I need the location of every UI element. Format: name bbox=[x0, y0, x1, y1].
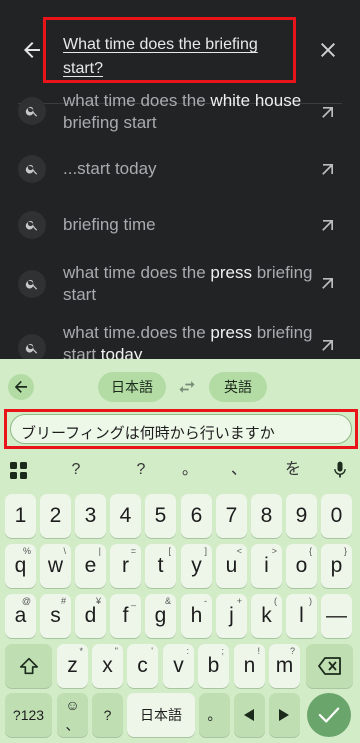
apps-grid-icon[interactable] bbox=[10, 462, 27, 479]
key-m[interactable]: m? bbox=[269, 644, 300, 688]
suggestion-text: ...start today bbox=[63, 159, 157, 178]
suggestion-text: what time does the press briefing start bbox=[63, 263, 313, 304]
back-arrow-icon[interactable] bbox=[20, 38, 44, 62]
suggestion-item[interactable]: what time.does the press briefing start … bbox=[0, 322, 360, 364]
key-9[interactable]: 9 bbox=[286, 494, 317, 538]
key-p[interactable]: p} bbox=[321, 544, 352, 588]
fill-query-arrow-icon[interactable] bbox=[318, 273, 338, 293]
backspace-icon bbox=[318, 657, 341, 675]
microphone-icon[interactable] bbox=[330, 460, 350, 480]
key-f[interactable]: f _ bbox=[110, 594, 141, 638]
key-x[interactable]: x " bbox=[92, 644, 123, 688]
fill-query-arrow-icon[interactable] bbox=[318, 102, 338, 122]
key-v[interactable]: v: bbox=[163, 644, 194, 688]
search-icon bbox=[18, 97, 46, 125]
search-icon bbox=[18, 211, 46, 239]
key-e[interactable]: e | bbox=[75, 544, 106, 588]
key-a[interactable]: a @ bbox=[5, 594, 36, 638]
key-u[interactable]: u < bbox=[216, 544, 247, 588]
symbol-key[interactable]: ? bbox=[58, 452, 94, 488]
key-1[interactable]: 1 bbox=[5, 494, 36, 538]
fill-query-arrow-icon[interactable] bbox=[318, 335, 338, 355]
key-d[interactable]: d ¥ bbox=[75, 594, 106, 638]
key-y[interactable]: y] bbox=[181, 544, 212, 588]
suggestion-strip: ? ? 。 、 を bbox=[0, 452, 360, 488]
key-w[interactable]: w \ bbox=[40, 544, 71, 588]
target-language-chip[interactable]: 英語 bbox=[209, 372, 267, 402]
key-6[interactable]: 6 bbox=[181, 494, 212, 538]
key-z[interactable]: z * bbox=[57, 644, 88, 688]
checkmark-icon bbox=[318, 707, 340, 723]
cursor-left-key[interactable] bbox=[234, 693, 265, 737]
translate-input-text: ブリーフィングは何時から行いますか bbox=[21, 425, 275, 442]
symbol-key[interactable]: 、 bbox=[221, 452, 257, 488]
key-r[interactable]: r = bbox=[110, 544, 141, 588]
search-query-input[interactable]: What time does the briefing start? bbox=[63, 33, 283, 81]
symbol-key[interactable]: 。 bbox=[172, 452, 208, 488]
key-g[interactable]: g & bbox=[145, 594, 176, 638]
key-t[interactable]: t[ bbox=[145, 544, 176, 588]
emoji-key[interactable]: ☺、 bbox=[57, 693, 88, 737]
suggestion-item[interactable]: briefing time bbox=[0, 211, 360, 239]
key-0[interactable]: 0 bbox=[321, 494, 352, 538]
key-3[interactable]: 3 bbox=[75, 494, 106, 538]
shift-icon bbox=[19, 657, 39, 675]
search-icon bbox=[18, 334, 46, 362]
key-q[interactable]: q% bbox=[5, 544, 36, 588]
suggestion-text: what time does the white house briefing … bbox=[63, 91, 302, 132]
search-icon bbox=[18, 155, 46, 183]
translate-input[interactable]: ブリーフィングは何時から行いますか bbox=[10, 414, 352, 444]
search-header: What time does the briefing start? bbox=[0, 0, 360, 104]
key-b[interactable]: b; bbox=[198, 644, 229, 688]
question-key[interactable]: ? bbox=[92, 693, 123, 737]
enter-key[interactable] bbox=[307, 693, 351, 737]
caret-left-icon bbox=[244, 709, 254, 721]
swap-languages-icon[interactable] bbox=[177, 377, 197, 397]
key-8[interactable]: 8 bbox=[251, 494, 282, 538]
key-long-dash[interactable]: — bbox=[321, 594, 352, 638]
source-language-chip[interactable]: 日本語 bbox=[98, 372, 166, 402]
key-s[interactable]: s # bbox=[40, 594, 71, 638]
symbol-key[interactable]: を bbox=[275, 452, 311, 488]
fill-query-arrow-icon[interactable] bbox=[318, 215, 338, 235]
shift-key[interactable] bbox=[5, 644, 52, 688]
suggestion-item[interactable]: what time does the white house briefing … bbox=[0, 90, 360, 148]
space-key[interactable]: 日本語 bbox=[127, 693, 195, 737]
backspace-key[interactable] bbox=[306, 644, 353, 688]
key-c[interactable]: c ' bbox=[127, 644, 158, 688]
key-2[interactable]: 2 bbox=[40, 494, 71, 538]
key-n[interactable]: n! bbox=[234, 644, 265, 688]
key-k[interactable]: k( bbox=[251, 594, 282, 638]
key-l[interactable]: l) bbox=[286, 594, 317, 638]
suggestion-item[interactable]: what time does the press briefing start bbox=[0, 262, 360, 310]
cursor-right-key[interactable] bbox=[269, 693, 300, 737]
key-i[interactable]: i > bbox=[251, 544, 282, 588]
key-o[interactable]: o{ bbox=[286, 544, 317, 588]
translate-input-highlight: ブリーフィングは何時から行いますか bbox=[4, 409, 358, 449]
fill-query-arrow-icon[interactable] bbox=[318, 159, 338, 179]
keyboard: 日本語 英語 ブリーフィングは何時から行いますか ? ? 。 、 を 1 2 3… bbox=[0, 359, 360, 743]
caret-right-icon bbox=[279, 709, 289, 721]
key-j[interactable]: j + bbox=[216, 594, 247, 638]
key-4[interactable]: 4 bbox=[110, 494, 141, 538]
clear-icon[interactable] bbox=[316, 38, 340, 62]
symbols-mode-key[interactable]: ?123 bbox=[5, 693, 52, 737]
period-key[interactable]: 。 bbox=[199, 693, 230, 737]
translate-back-icon[interactable] bbox=[8, 374, 34, 400]
search-icon bbox=[18, 270, 46, 298]
key-h[interactable]: h- bbox=[181, 594, 212, 638]
suggestion-text: briefing time bbox=[63, 215, 156, 234]
key-7[interactable]: 7 bbox=[216, 494, 247, 538]
key-5[interactable]: 5 bbox=[145, 494, 176, 538]
symbol-key[interactable]: ? bbox=[123, 452, 159, 488]
suggestion-item[interactable]: ...start today bbox=[0, 155, 360, 183]
